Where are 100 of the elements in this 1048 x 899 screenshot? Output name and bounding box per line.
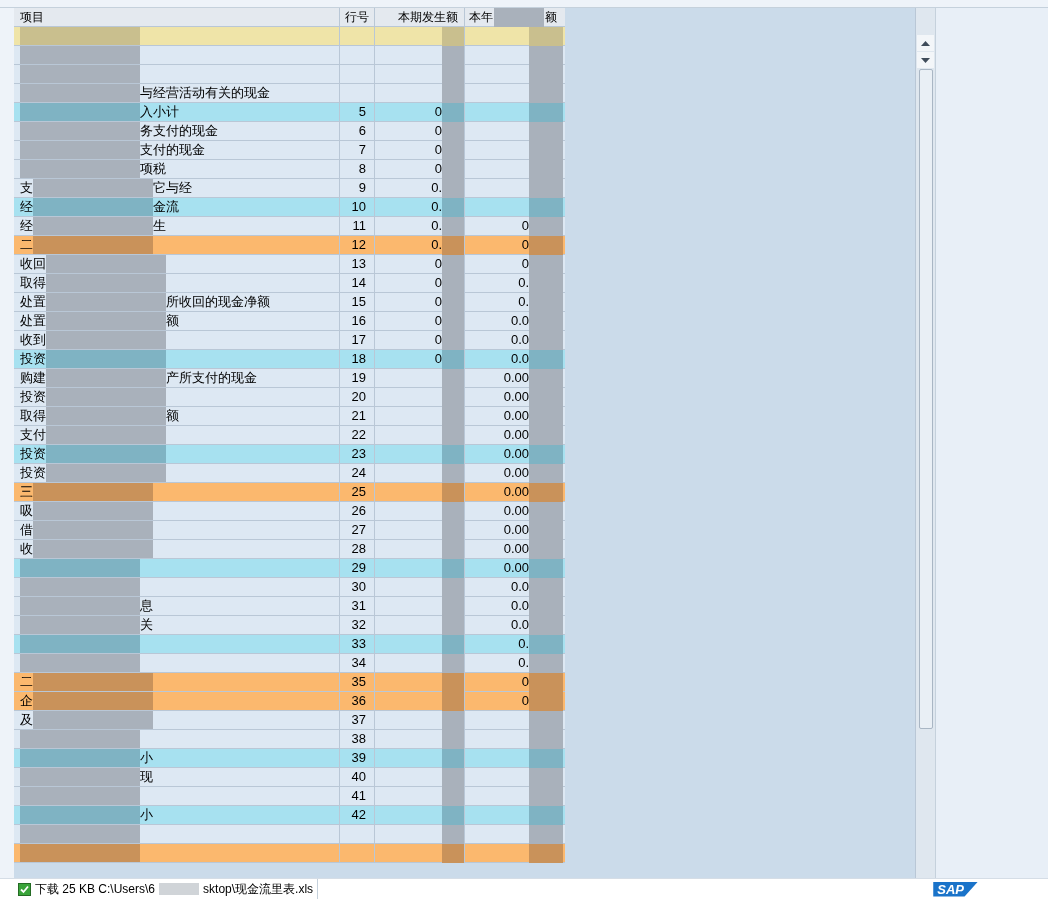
line-number: 29 [351,559,366,578]
item-text: 吸 [20,502,33,520]
line-number: 28 [351,540,366,559]
item-text: 支付的现金 [140,141,205,159]
item-text: 处置 [20,312,46,330]
amount-cell-text: 0.00 [503,521,529,540]
amount-cell-text: 0.00 [503,483,529,502]
line-number: 6 [358,122,366,141]
line-number: 32 [351,616,366,635]
line-number: 11 [352,217,366,236]
amount-cell-text: 0 [521,236,529,255]
amount-cell-text: 0.00 [503,388,529,407]
item-text: 它与经 [153,179,192,197]
amount-cell-text: 0. [431,236,442,255]
amount-cell-text: 0 [434,122,442,141]
amount-cell-text: 0. [518,635,529,654]
amount-cell-text: 0. [518,274,529,293]
redacted-block [159,883,200,895]
item-text: 额 [166,407,179,425]
line-number: 42 [351,806,366,825]
scrollbar[interactable] [915,8,935,878]
item-text: 息 [140,597,153,615]
amount-cell-text: 0 [521,217,529,236]
line-number: 38 [351,730,366,749]
column-header[interactable]: 额 [545,8,557,26]
item-text: 收到 [20,331,46,349]
item-text: 入小计 [140,103,179,121]
item-text: 借 [20,521,33,539]
item-text: 及 [20,711,33,729]
line-number: 39 [351,749,366,768]
line-number: 37 [351,711,366,730]
amount-cell-text: 0.00 [503,464,529,483]
item-text: 收回 [20,255,46,273]
amount-cell-text: 0 [521,673,529,692]
line-number: 33 [351,635,366,654]
amount-cell-text: 0.00 [503,540,529,559]
amount-cell-text: 0.00 [503,559,529,578]
column-header[interactable]: 项目 [14,8,340,26]
line-number: 16 [351,312,366,331]
item-text: 额 [166,312,179,330]
amount-cell-text: 0 [434,103,442,122]
line-number: 34 [351,654,366,673]
line-number: 41 [351,787,366,806]
line-number: 22 [351,426,366,445]
amount-cell-text: 0.00 [503,502,529,521]
amount-cell-text: 0.0 [510,616,529,635]
check-icon [18,882,31,896]
status-message: 下载 25 KB C:\Users\6 [35,881,156,898]
scroll-up-icon[interactable] [917,35,934,51]
item-text: 购建 [20,369,46,387]
item-text: 三 [20,483,33,501]
item-text: 金流 [153,198,179,216]
line-number: 19 [351,369,366,388]
line-number: 15 [351,293,366,312]
line-number: 26 [351,502,366,521]
amount-cell-text: 0. [518,293,529,312]
item-text: 取得 [20,274,46,292]
item-text: 现 [140,768,153,786]
item-text: 项税 [140,160,166,178]
amount-cell-text: 0. [431,179,442,198]
item-text: 二 [20,673,33,691]
item-text: 关 [140,616,153,634]
item-text: 小 [140,749,153,767]
column-header[interactable]: 本年 [469,8,493,26]
line-number: 30 [351,578,366,597]
amount-cell-text: 0.00 [503,445,529,464]
amount-cell-text: 0 [521,255,529,274]
line-number: 13 [351,255,366,274]
status-message: sktop\现金流里表.xls [203,881,314,898]
item-text: 取得 [20,407,46,425]
item-text: 经 [20,198,33,216]
line-number: 20 [351,388,366,407]
amount-cell-text: 0 [434,141,442,160]
line-number: 12 [351,236,366,255]
column-header[interactable]: 行号 [340,8,375,26]
amount-cell-text: 0. [518,654,529,673]
item-text: 支付 [20,426,46,444]
amount-cell-text: 0.00 [503,369,529,388]
amount-cell-text: 0.00 [503,407,529,426]
item-text: 支 [20,179,33,197]
amount-cell-text: 0 [434,274,442,293]
amount-cell-text: 0 [521,692,529,711]
line-number: 35 [351,673,366,692]
line-number: 27 [351,521,366,540]
amount-cell-text: 0. [431,217,442,236]
line-number: 36 [351,692,366,711]
line-number: 14 [351,274,366,293]
item-text: 所收回的现金净额 [166,293,270,311]
line-number: 7 [358,141,366,160]
item-text: 投资 [20,388,46,406]
amount-cell-text: 0.00 [503,426,529,445]
item-text: 二 [20,236,33,254]
item-text: 收 [20,540,33,558]
scroll-thumb[interactable] [918,69,933,729]
scroll-down-icon[interactable] [917,52,934,68]
item-text: 经 [20,217,33,235]
line-number: 17 [351,331,366,350]
line-number: 8 [358,160,366,179]
column-header[interactable]: 本期发生额 [375,8,465,26]
item-text: 处置 [20,293,46,311]
